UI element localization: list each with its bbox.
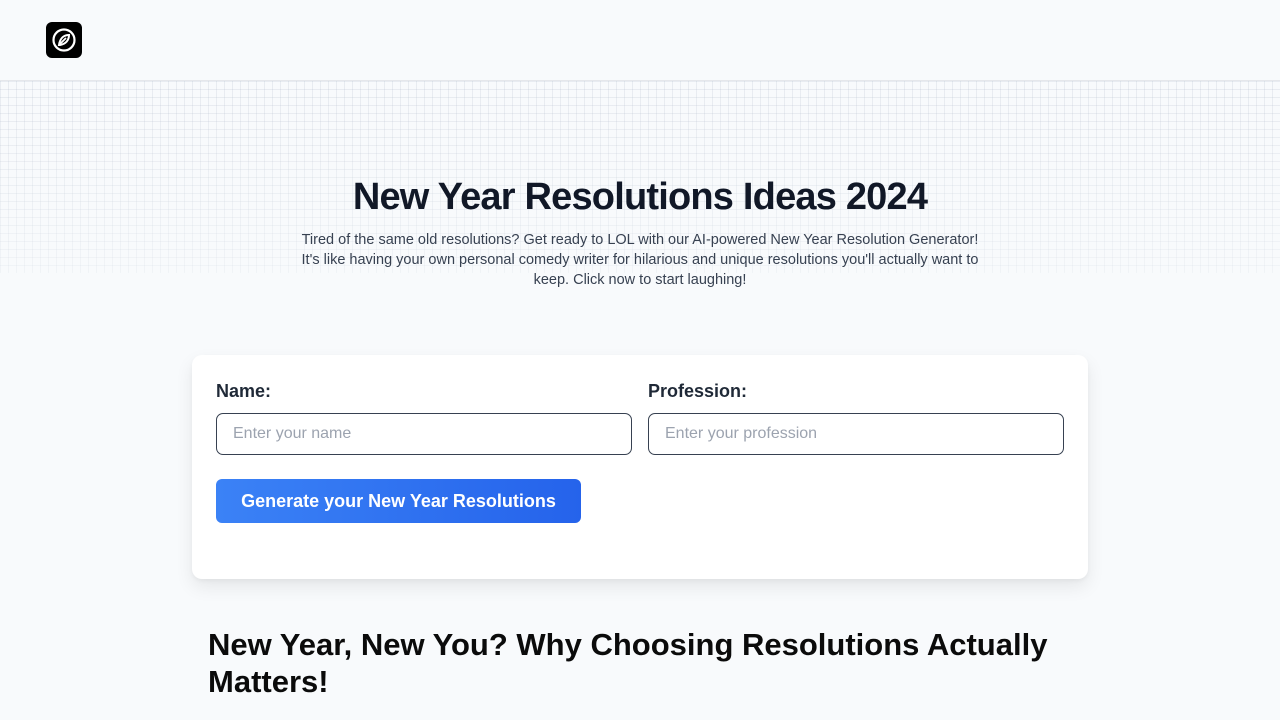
top-bar <box>0 0 1280 81</box>
article-heading: New Year, New You? Why Choosing Resoluti… <box>208 627 1048 699</box>
profession-input[interactable] <box>648 413 1064 455</box>
profession-field-group: Profession: <box>648 379 1064 455</box>
page-title: New Year Resolutions Ideas 2024 <box>352 176 928 218</box>
name-field-group: Name: <box>216 379 632 455</box>
hero-description: Tired of the same old resolutions? Get r… <box>301 232 979 288</box>
generate-button[interactable]: Generate your New Year Resolutions <box>216 479 581 523</box>
name-label: Name: <box>216 381 272 401</box>
generator-form: Name: Profession: Generate your New Year… <box>192 355 1088 579</box>
name-input[interactable] <box>216 413 632 455</box>
profession-label: Profession: <box>648 381 748 401</box>
logo[interactable] <box>46 22 82 58</box>
leaf-circle-icon <box>52 28 76 52</box>
hero-section: New Year Resolutions Ideas 2024 Tired of… <box>0 170 1280 290</box>
